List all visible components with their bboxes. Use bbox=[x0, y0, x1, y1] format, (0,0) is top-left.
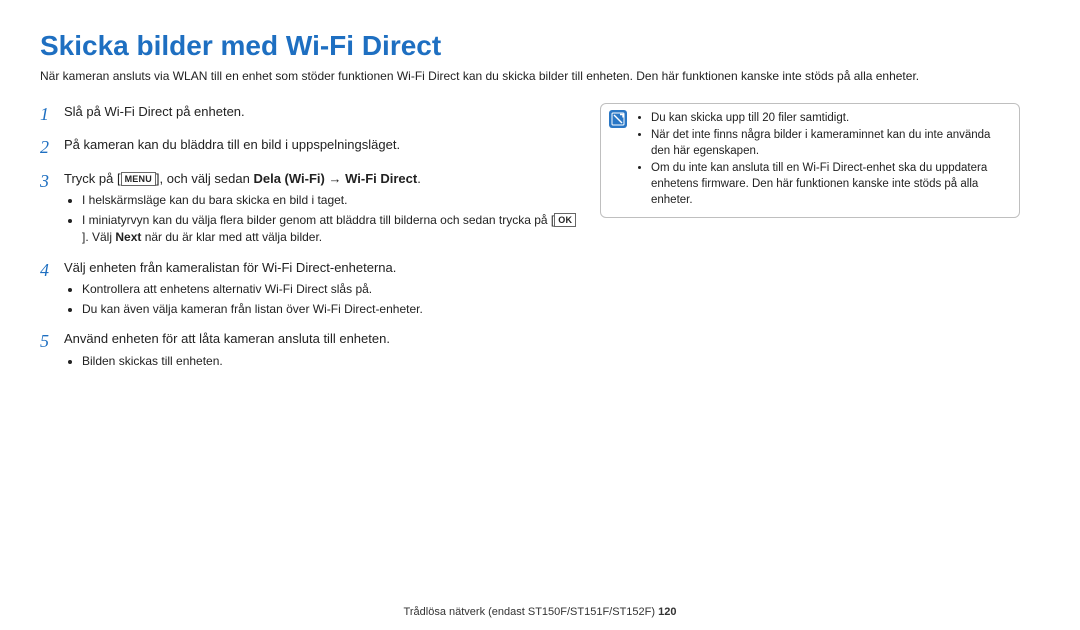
step-number: 3 bbox=[40, 170, 64, 249]
text-fragment: ], och välj sedan bbox=[156, 171, 254, 186]
step-text: Välj enheten från kameralistan för Wi-Fi… bbox=[64, 259, 580, 321]
step-number: 4 bbox=[40, 259, 64, 321]
content-columns: 1 Slå på Wi-Fi Direct på enheten. 2 På k… bbox=[40, 103, 1040, 383]
step-text: Slå på Wi-Fi Direct på enheten. bbox=[64, 103, 580, 126]
bullet-item: Bilden skickas till enheten. bbox=[82, 353, 580, 370]
step-2: 2 På kameran kan du bläddra till en bild… bbox=[40, 136, 580, 159]
step-main-text: Använd enheten för att låta kameran ansl… bbox=[64, 331, 390, 346]
text-fragment: ]. Välj bbox=[82, 230, 115, 244]
sub-bullets: Kontrollera att enhetens alternativ Wi-F… bbox=[64, 281, 580, 318]
bullet-item: I miniatyrvyn kan du välja flera bilder … bbox=[82, 212, 580, 247]
step-text: Tryck på [MENU], och välj sedan Dela (Wi… bbox=[64, 170, 580, 249]
step-5: 5 Använd enheten för att låta kameran an… bbox=[40, 330, 580, 372]
bullet-item: Kontrollera att enhetens alternativ Wi-F… bbox=[82, 281, 580, 298]
step-text: På kameran kan du bläddra till en bild i… bbox=[64, 136, 580, 159]
step-3: 3 Tryck på [MENU], och välj sedan Dela (… bbox=[40, 170, 580, 249]
right-column: Du kan skicka upp till 20 filer samtidig… bbox=[600, 103, 1020, 383]
step-4: 4 Välj enheten från kameralistan för Wi-… bbox=[40, 259, 580, 321]
info-icon-column bbox=[609, 110, 635, 210]
info-item: När det inte finns några bilder i kamera… bbox=[651, 127, 1009, 159]
info-box: Du kan skicka upp till 20 filer samtidig… bbox=[600, 103, 1020, 219]
text-fragment: → bbox=[325, 171, 345, 186]
step-1: 1 Slå på Wi-Fi Direct på enheten. bbox=[40, 103, 580, 126]
text-fragment: Tryck på [ bbox=[64, 171, 121, 186]
page-title: Skicka bilder med Wi-Fi Direct bbox=[40, 30, 1040, 62]
text-fragment: . bbox=[417, 171, 421, 186]
bullet-item: Du kan även välja kameran från listan öv… bbox=[82, 301, 580, 318]
page-number: 120 bbox=[658, 606, 676, 618]
footer-text: Trådlösa nätverk (endast ST150F/ST151F/S… bbox=[404, 606, 659, 618]
page-footer: Trådlösa nätverk (endast ST150F/ST151F/S… bbox=[0, 606, 1080, 618]
info-list: Du kan skicka upp till 20 filer samtidig… bbox=[635, 110, 1009, 210]
text-fragment: när du är klar med att välja bilder. bbox=[141, 230, 322, 244]
info-item: Du kan skicka upp till 20 filer samtidig… bbox=[651, 110, 1009, 126]
left-column: 1 Slå på Wi-Fi Direct på enheten. 2 På k… bbox=[40, 103, 600, 383]
sub-bullets: I helskärmsläge kan du bara skicka en bi… bbox=[64, 192, 580, 246]
note-icon bbox=[609, 110, 627, 128]
step-text: Använd enheten för att låta kameran ansl… bbox=[64, 330, 580, 372]
bold-text: Wi-Fi Direct bbox=[345, 171, 417, 186]
ok-key-icon: OK bbox=[554, 213, 576, 227]
menu-key-icon: MENU bbox=[121, 172, 156, 186]
info-item: Om du inte kan ansluta till en Wi-Fi Dir… bbox=[651, 160, 1009, 208]
step-number: 2 bbox=[40, 136, 64, 159]
text-fragment: I miniatyrvyn kan du välja flera bilder … bbox=[82, 213, 554, 227]
intro-text: När kameran ansluts via WLAN till en enh… bbox=[40, 68, 1040, 85]
step-main-text: Välj enheten från kameralistan för Wi-Fi… bbox=[64, 260, 396, 275]
sub-bullets: Bilden skickas till enheten. bbox=[64, 353, 580, 370]
page: Skicka bilder med Wi-Fi Direct När kamer… bbox=[0, 0, 1080, 630]
step-number: 5 bbox=[40, 330, 64, 372]
step-number: 1 bbox=[40, 103, 64, 126]
bold-text: Next bbox=[115, 230, 141, 244]
bold-text: Dela (Wi-Fi) bbox=[253, 171, 324, 186]
bullet-item: I helskärmsläge kan du bara skicka en bi… bbox=[82, 192, 580, 209]
